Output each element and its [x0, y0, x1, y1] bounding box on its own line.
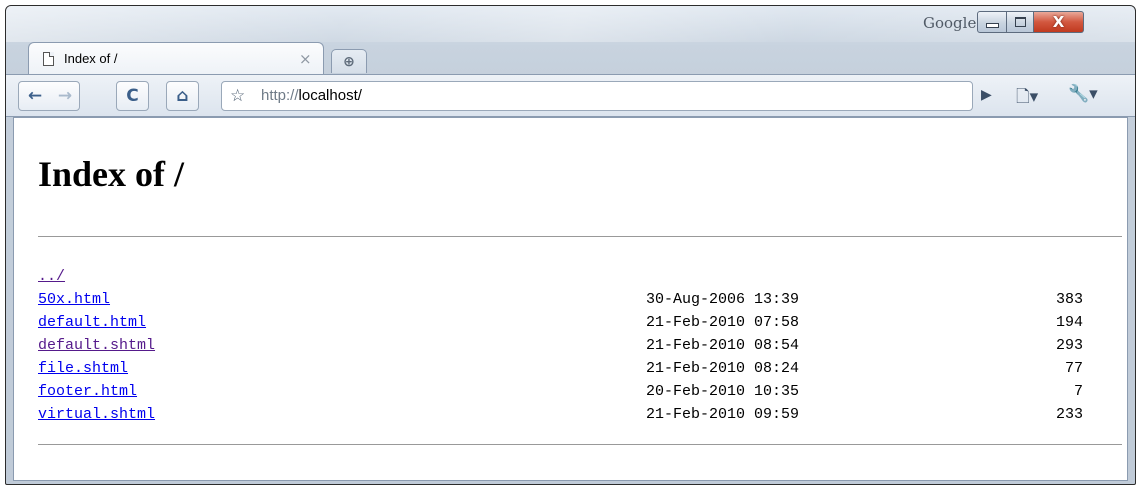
- list-item: file.shtml 21-Feb-2010 08:24 77: [38, 360, 1098, 383]
- new-tab-button[interactable]: ⊕: [331, 49, 367, 73]
- toolbar: ← → C ⌂ ☆ http://localhost/ ▶ 🗋▾ 🔧▾: [6, 74, 1135, 117]
- file-date: 21-Feb-2010 08:24: [646, 360, 800, 377]
- home-icon: ⌂: [176, 86, 189, 106]
- file-date: 20-Feb-2010 10:35: [646, 383, 800, 400]
- tab-title: Index of /: [64, 51, 118, 66]
- bookmark-star-icon[interactable]: ☆: [230, 86, 245, 106]
- list-item: virtual.shtml 21-Feb-2010 09:59 233: [38, 406, 1098, 429]
- browser-window: Google X Index of / × ⊕ ← → C ⌂ ☆ http:/…: [5, 5, 1136, 485]
- url-host: localhost/: [298, 87, 362, 104]
- window-title-label: Google: [923, 14, 977, 32]
- url-protocol: http://: [261, 87, 299, 104]
- file-size: 77: [1064, 360, 1083, 377]
- page-content: Index of / ../ 50x.html 30-Aug-2006 13:3…: [13, 117, 1128, 481]
- file-date: 21-Feb-2010 08:54: [646, 337, 800, 354]
- home-button[interactable]: ⌂: [166, 81, 199, 111]
- file-link[interactable]: ../: [38, 268, 65, 285]
- file-date: 21-Feb-2010 07:58: [646, 314, 800, 331]
- file-size: 233: [1055, 406, 1083, 423]
- list-item: default.html 21-Feb-2010 07:58 194: [38, 314, 1098, 337]
- file-link[interactable]: default.shtml: [38, 337, 155, 354]
- file-link[interactable]: default.html: [38, 314, 146, 331]
- file-date: 30-Aug-2006 13:39: [646, 291, 800, 308]
- divider: [38, 236, 1122, 237]
- file-size: 194: [1055, 314, 1083, 331]
- file-date: 21-Feb-2010 09:59: [646, 406, 800, 423]
- page-icon: [43, 52, 54, 66]
- reload-icon: C: [126, 86, 139, 106]
- tab-close-icon[interactable]: ×: [299, 50, 312, 68]
- list-item: default.shtml 21-Feb-2010 08:54 293: [38, 337, 1098, 360]
- minimize-button[interactable]: [977, 11, 1007, 33]
- maximize-icon: [1014, 17, 1026, 27]
- file-link[interactable]: 50x.html: [38, 291, 110, 308]
- forward-arrow-icon[interactable]: →: [51, 82, 79, 110]
- minimize-icon: [985, 22, 999, 28]
- plus-icon: ⊕: [343, 53, 355, 70]
- page-title: Index of /: [38, 154, 185, 194]
- close-window-button[interactable]: X: [1034, 11, 1084, 33]
- file-size: 293: [1055, 337, 1083, 354]
- list-item: 50x.html 30-Aug-2006 13:39 383: [38, 291, 1098, 314]
- file-size: 383: [1055, 291, 1083, 308]
- list-item: footer.html 20-Feb-2010 10:35 7: [38, 383, 1098, 406]
- maximize-button[interactable]: [1007, 11, 1034, 33]
- file-link[interactable]: virtual.shtml: [38, 406, 155, 423]
- file-link[interactable]: file.shtml: [38, 360, 128, 377]
- list-item: ../: [38, 268, 1098, 291]
- divider: [38, 444, 1122, 445]
- url-text[interactable]: http://localhost/: [261, 87, 362, 104]
- close-icon: X: [1052, 12, 1065, 31]
- back-arrow-icon[interactable]: ←: [19, 82, 51, 110]
- wrench-menu-icon[interactable]: 🔧▾: [1068, 84, 1098, 104]
- file-size: 7: [1073, 383, 1083, 400]
- address-bar[interactable]: ☆ http://localhost/: [221, 81, 973, 111]
- tab-index-of[interactable]: Index of / ×: [28, 42, 324, 75]
- file-listing: ../ 50x.html 30-Aug-2006 13:39 383 defau…: [38, 268, 1098, 429]
- page-menu-icon[interactable]: 🗋▾: [1016, 84, 1038, 113]
- go-icon[interactable]: ▶: [981, 87, 992, 103]
- file-link[interactable]: footer.html: [38, 383, 137, 400]
- nav-buttons: ← →: [18, 81, 80, 111]
- reload-button[interactable]: C: [116, 81, 149, 111]
